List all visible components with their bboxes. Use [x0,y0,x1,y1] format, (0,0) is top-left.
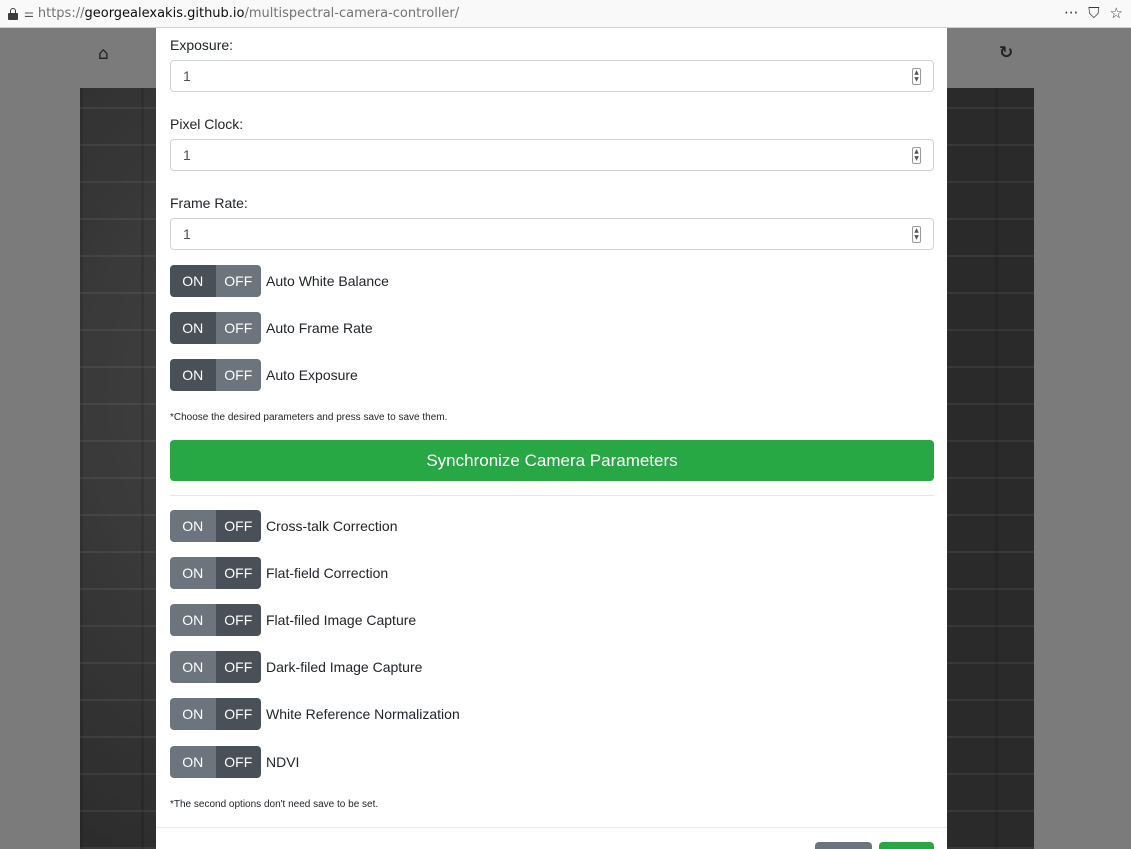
white-reference-normalization-toggle[interactable]: ON OFF [170,698,261,730]
exposure-value: 1 [183,68,191,84]
toggle-label: Auto White Balance [266,273,389,289]
toggle-label: Auto Exposure [266,367,358,383]
toggle-off-option[interactable]: OFF [215,510,261,542]
ellipsis-icon[interactable]: ··· [1064,4,1078,22]
auto-white-balance-row: ON OFF Auto White Balance [170,265,389,297]
instant-set-note: *The second options don't need save to b… [170,799,379,810]
toggle-on-option[interactable]: ON [170,746,216,778]
cross-talk-correction-toggle[interactable]: ON OFF [170,510,261,542]
toggle-label: Dark-filed Image Capture [266,659,423,675]
auto-frame-rate-row: ON OFF Auto Frame Rate [170,312,373,344]
exposure-label: Exposure: [170,37,234,53]
toggle-off-option[interactable]: OFF [215,651,261,683]
auto-white-balance-toggle[interactable]: ON OFF [170,265,261,297]
spinner-icon[interactable]: ▲ ▼ [912,68,921,85]
toggle-off-option[interactable]: OFF [215,359,261,391]
toggle-on-option[interactable]: ON [170,359,216,391]
flat-field-correction-row: ON OFF Flat-field Correction [170,557,388,589]
toggle-off-option[interactable]: OFF [215,557,261,589]
pixel-clock-value: 1 [183,147,191,163]
pocket-icon[interactable]: ⛉ [1088,4,1099,22]
toggle-off-option[interactable]: OFF [215,312,261,344]
permissions-icon[interactable]: ⚌ [24,7,34,20]
ndvi-row: ON OFF NDVI [170,746,299,778]
toggle-off-option[interactable]: OFF [215,265,261,297]
url-field[interactable]: https://georgealexakis.github.io/multisp… [38,6,459,21]
save-button[interactable] [879,842,934,849]
auto-frame-rate-toggle[interactable]: ON OFF [170,312,261,344]
save-note: *Choose the desired parameters and press… [170,412,448,423]
spinner-icon[interactable]: ▲ ▼ [912,226,921,243]
close-button[interactable] [815,842,872,849]
toggle-on-option[interactable]: ON [170,312,216,344]
flat-filed-image-capture-toggle[interactable]: ON OFF [170,604,261,636]
exposure-input[interactable]: 1 ▲ ▼ [170,60,934,92]
ndvi-toggle[interactable]: ON OFF [170,746,261,778]
frame-rate-input[interactable]: 1 ▲ ▼ [170,218,934,250]
pixel-clock-label: Pixel Clock: [170,116,244,132]
toggle-off-option[interactable]: OFF [215,698,261,730]
star-icon[interactable]: ☆ [1110,4,1123,22]
divider [170,495,934,496]
modal-footer-divider [156,827,947,828]
toggle-label: Flat-filed Image Capture [266,612,417,628]
flat-filed-image-capture-row: ON OFF Flat-filed Image Capture [170,604,416,636]
toggle-label: Auto Frame Rate [266,320,373,336]
white-reference-normalization-row: ON OFF White Reference Normalization [170,698,460,730]
dark-filed-image-capture-row: ON OFF Dark-filed Image Capture [170,651,422,683]
toggle-on-option[interactable]: ON [170,265,216,297]
cross-talk-correction-row: ON OFF Cross-talk Correction [170,510,397,542]
reload-icon[interactable]: ↻ [999,43,1013,63]
toggle-label: Cross-talk Correction [266,518,398,534]
browser-address-bar: ⚌ https://georgealexakis.github.io/multi… [0,0,1131,28]
spinner-icon[interactable]: ▲ ▼ [912,147,921,164]
toggle-on-option[interactable]: ON [170,651,216,683]
toggle-off-option[interactable]: OFF [215,604,261,636]
home-icon[interactable]: ⌂ [98,44,109,64]
toggle-label: NDVI [266,754,300,770]
toggle-label: White Reference Normalization [266,706,460,722]
camera-settings-modal: Exposure: 1 ▲ ▼ Pixel Clock: 1 ▲ ▼ Frame R… [156,28,947,849]
toggle-on-option[interactable]: ON [170,510,216,542]
flat-field-correction-toggle[interactable]: ON OFF [170,557,261,589]
pixel-clock-input[interactable]: 1 ▲ ▼ [170,139,934,171]
toggle-off-option[interactable]: OFF [215,746,261,778]
auto-exposure-row: ON OFF Auto Exposure [170,359,358,391]
toggle-on-option[interactable]: ON [170,557,216,589]
dark-filed-image-capture-toggle[interactable]: ON OFF [170,651,261,683]
frame-rate-value: 1 [183,226,191,242]
toggle-on-option[interactable]: ON [170,698,216,730]
frame-rate-label: Frame Rate: [170,195,248,211]
lock-icon[interactable] [8,7,18,20]
toggle-label: Flat-field Correction [266,565,389,581]
auto-exposure-toggle[interactable]: ON OFF [170,359,261,391]
toggle-on-option[interactable]: ON [170,604,216,636]
synchronize-camera-parameters-button[interactable]: Synchronize Camera Parameters [170,440,934,481]
